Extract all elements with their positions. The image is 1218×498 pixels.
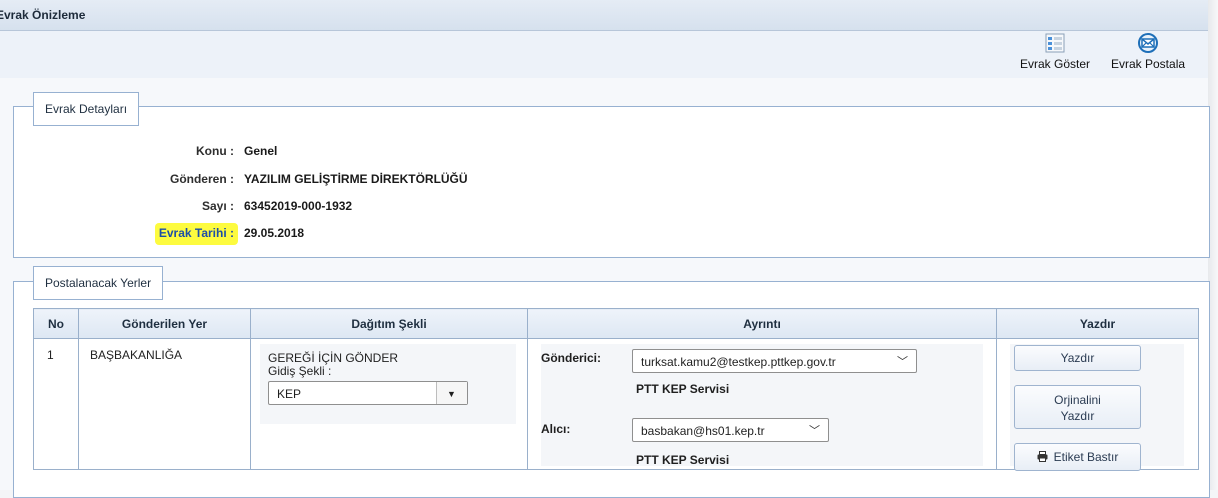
print-original-label-1: Orjinalini: [1054, 393, 1101, 407]
mail-document-label: Evrak Postala: [1111, 57, 1186, 71]
sender-select-value: turksat.kamu2@testkep.pttkep.gov.tr: [641, 355, 836, 369]
print-original-button[interactable]: Orjinalini Yazdır: [1014, 385, 1141, 429]
show-document-button[interactable]: Evrak Göster: [1020, 33, 1090, 71]
chevron-down-icon: ﹀: [809, 425, 820, 437]
chevron-down-icon: ﹀: [897, 356, 908, 368]
destinations-table: No Gönderilen Yer Dağıtım Şekli Ayrıntı …: [33, 308, 1199, 471]
sender-service: PTT KEP Servisi: [636, 382, 730, 396]
receiver-select-value: basbakan@hs01.kep.tr: [641, 424, 765, 438]
document-date-value: 29.05.2018: [244, 226, 305, 240]
mail-document-button[interactable]: Evrak Postala: [1111, 33, 1185, 71]
print-original-label-2: Yazdır: [1060, 409, 1095, 423]
printer-icon: [1037, 445, 1048, 471]
sender-value-wrap: YAZILIM GELİŞTİRME DİREKTÖRLÜĞÜ: [236, 172, 636, 190]
document-details-legend: Evrak Detayları: [33, 92, 140, 126]
subject-label: Konu :: [196, 144, 234, 158]
mail-destinations-legend: Postalanacak Yerler: [33, 266, 164, 300]
document-list-icon: [1020, 33, 1090, 53]
distribution-title: GEREĞİ İÇİN GÖNDER: [268, 351, 399, 365]
number-value-wrap: 63452019-000-1932: [236, 199, 636, 217]
row-place: BAŞBAKANLIĞA: [90, 348, 183, 362]
number-row: Sayı :: [0, 199, 234, 217]
cell-place: BAŞBAKANLIĞA: [78, 338, 251, 470]
row-no: 1: [47, 348, 54, 362]
toolbar: Evrak Göster Evrak Postala: [0, 31, 1208, 78]
show-document-label: Evrak Göster: [1020, 57, 1091, 71]
document-date-value-wrap: 29.05.2018: [236, 226, 636, 244]
cell-distribution: GEREĞİ İÇİN GÖNDER Gidiş Şekli : KEP ▼: [250, 338, 528, 470]
table-row: 1 BAŞBAKANLIĞA GEREĞİ İÇİN GÖNDER Gidiş …: [33, 338, 1199, 471]
subject-value: Genel: [244, 144, 278, 158]
receiver-label: Alıcı:: [541, 422, 571, 436]
table-header-row: No Gönderilen Yer Dağıtım Şekli Ayrıntı …: [33, 308, 1199, 339]
cell-detail: Gönderici: turksat.kamu2@testkep.pttkep.…: [527, 338, 997, 470]
method-select-arrow[interactable]: ▼: [436, 382, 467, 404]
col-header-place: Gönderilen Yer: [78, 308, 251, 339]
print-label-button[interactable]: Etiket Bastır: [1014, 443, 1141, 471]
receiver-service: PTT KEP Servisi: [636, 453, 730, 467]
sender-select[interactable]: turksat.kamu2@testkep.pttkep.gov.tr ﹀: [632, 349, 917, 373]
number-value: 63452019-000-1932: [244, 199, 353, 213]
window-title: Evrak Önizleme: [0, 8, 86, 22]
col-header-detail: Ayrıntı: [527, 308, 997, 339]
col-header-distribution: Dağıtım Şekli: [250, 308, 528, 339]
print-button-label: Yazdır: [1060, 351, 1095, 365]
method-select[interactable]: KEP ▼: [268, 381, 468, 405]
cell-print: Yazdır Orjinalini Yazdır Etiket Bastır: [996, 338, 1199, 471]
print-button[interactable]: Yazdır: [1014, 345, 1141, 371]
method-label: Gidiş Şekli :: [268, 364, 332, 378]
col-header-no: No: [33, 308, 79, 339]
sender-label: Gönderici:: [541, 351, 602, 365]
sender-row: Gönderen :: [0, 172, 234, 190]
print-label-button-label: Etiket Bastır: [1053, 450, 1119, 464]
subject-value-wrap: Genel: [236, 144, 636, 162]
envelope-icon: [1111, 33, 1185, 53]
col-header-print: Yazdır: [996, 308, 1199, 339]
method-value: KEP: [277, 387, 302, 401]
sender-value: YAZILIM GELİŞTİRME DİREKTÖRLÜĞÜ: [244, 172, 468, 186]
sender-label: Gönderen :: [169, 172, 234, 186]
caret-down-icon: ▼: [447, 389, 456, 399]
number-label: Sayı :: [201, 199, 234, 213]
window-titlebar: Evrak Önizleme: [0, 0, 1208, 31]
receiver-select[interactable]: basbakan@hs01.kep.tr ﹀: [632, 418, 829, 442]
document-date-label: Evrak Tarihi :: [154, 223, 238, 245]
document-date-row: Evrak Tarihi :: [0, 223, 238, 245]
subject-row: Konu :: [0, 144, 234, 162]
cell-no: 1: [33, 338, 79, 470]
